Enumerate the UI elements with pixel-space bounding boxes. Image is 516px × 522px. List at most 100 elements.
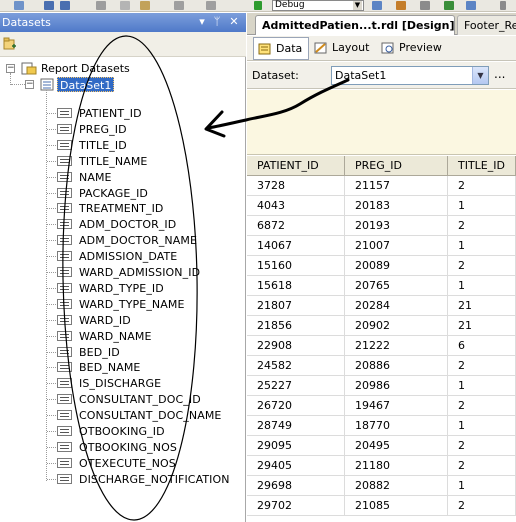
tree-field-item[interactable]: WARD_NAME [0,329,246,344]
table-row[interactable]: 15618 20765 1 [247,276,516,296]
tree-field-item[interactable]: IS_DISCHARGE [0,376,246,391]
tree-field-item[interactable]: PREG_ID [0,122,246,137]
table-row[interactable]: 29702 21085 2 [247,496,516,516]
table-row[interactable]: 21856 20902 21 [247,316,516,336]
column-header[interactable]: PREG_ID [345,156,448,176]
tree-field-item[interactable]: PACKAGE_ID [0,186,246,201]
tree-field-item[interactable]: WARD_TYPE_NAME [0,297,246,312]
chevron-down-icon: ▼ [472,67,488,84]
tree-field-item[interactable]: OTEXECUTE_NOS [0,456,246,471]
table-row[interactable]: 15160 20089 2 [247,256,516,276]
tree-field-item[interactable]: PATIENT_ID [0,106,246,121]
tree-field-item[interactable]: CONSULTANT_DOC_ID [0,392,246,407]
preview-icon [381,42,394,54]
tree-connector [47,272,56,273]
field-label: CONSULTANT_DOC_ID [79,393,201,406]
table-cell: 19467 [345,396,448,416]
tree-field-item[interactable]: BED_ID [0,345,246,360]
paste-icon[interactable] [140,1,150,10]
table-cell: 1 [448,476,516,496]
field-label: WARD_TYPE_ID [79,282,164,295]
copy-icon[interactable] [120,1,130,10]
tree-field-item[interactable]: ADMISSION_DATE [0,249,246,264]
tree-field-item[interactable]: CONSULTANT_DOC_NAME [0,408,246,423]
check-icon[interactable] [444,1,454,10]
table-cell: 6872 [247,216,345,236]
grid-header-row: PATIENT_ID PREG_ID TITLE_ID [247,156,516,176]
tree-connector [47,177,56,178]
redo-icon[interactable] [206,1,216,10]
toolbar-overflow-icon[interactable] [500,1,506,10]
edit-dataset-button[interactable]: ... [494,67,505,81]
table-row[interactable]: 25227 20986 1 [247,376,516,396]
tree-field-item[interactable]: WARD_ID [0,313,246,328]
field-icon [57,474,72,484]
window-position-icon[interactable]: ▾ [195,15,209,29]
tree-field-item[interactable]: WARD_ADMISSION_ID [0,265,246,280]
tree-node-report-datasets[interactable]: − Report Datasets [0,61,246,76]
field-icon [57,410,72,420]
table-row[interactable]: 24582 20886 2 [247,356,516,376]
table-cell: 20089 [345,256,448,276]
new-dataset-icon[interactable] [3,37,17,51]
save-icon[interactable] [44,1,54,10]
start-icon[interactable] [254,1,262,10]
tab-layout[interactable]: Layout [310,37,372,60]
cut-icon[interactable] [96,1,106,10]
tree-field-item[interactable]: WARD_TYPE_ID [0,281,246,296]
properties-icon[interactable] [396,1,406,10]
tree-connector [47,320,56,321]
table-row[interactable]: 29405 21180 2 [247,456,516,476]
tree-field-item[interactable]: TREATMENT_ID [0,201,246,216]
dataset-select[interactable]: DataSet1 ▼ [331,66,489,85]
table-cell: 22908 [247,336,345,356]
tree-field-item[interactable]: OTBOOKING_NOS [0,440,246,455]
find-icon[interactable] [372,1,382,10]
tree-field-item[interactable]: TITLE_NAME [0,154,246,169]
table-row[interactable]: 3728 21157 2 [247,176,516,196]
tree-field-item[interactable]: TITLE_ID [0,138,246,153]
tree-connector [47,145,56,146]
table-row[interactable]: 21807 20284 21 [247,296,516,316]
tree-field-item[interactable]: BED_NAME [0,360,246,375]
tools-icon[interactable] [420,1,430,10]
table-row[interactable]: 4043 20183 1 [247,196,516,216]
table-row[interactable]: 26720 19467 2 [247,396,516,416]
undo-icon[interactable] [174,1,184,10]
tab-data[interactable]: Data [253,37,309,60]
collapse-icon[interactable]: − [25,80,34,89]
table-row[interactable]: 29698 20882 1 [247,476,516,496]
collapse-icon[interactable]: − [6,64,15,73]
table-row[interactable]: 6872 20193 2 [247,216,516,236]
tab-report-design[interactable]: AdmittedPatien...t.rdl [Design]* [255,15,455,35]
tree-field-item[interactable]: DISCHARGE_NOTIFICATION [0,472,246,487]
table-cell: 2 [448,436,516,456]
table-cell: 28749 [247,416,345,436]
column-header[interactable]: TITLE_ID [448,156,516,176]
table-row[interactable]: 28749 18770 1 [247,416,516,436]
tree-field-item[interactable]: ADM_DOCTOR_NAME [0,233,246,248]
column-header[interactable]: PATIENT_ID [247,156,345,176]
table-cell: 20765 [345,276,448,296]
field-icon [57,108,72,118]
solution-configuration-select[interactable]: Debug ▼ [272,0,364,11]
tree-node-dataset[interactable]: − DataSet1 [0,77,246,92]
close-icon[interactable]: ✕ [227,15,241,29]
auto-hide-pin-icon[interactable]: ᛘ [210,15,224,29]
window-icon[interactable] [466,1,476,10]
tab-preview[interactable]: Preview [377,37,445,60]
table-row[interactable]: 14067 21007 1 [247,236,516,256]
new-item-icon[interactable] [14,1,24,10]
tree-field-item[interactable]: NAME [0,170,246,185]
table-cell: 20986 [345,376,448,396]
table-cell: 29702 [247,496,345,516]
save-all-icon[interactable] [60,1,70,10]
tree-field-item[interactable]: ADM_DOCTOR_ID [0,217,246,232]
tab-footer-report[interactable]: Footer_Re [457,15,516,35]
table-row[interactable]: 22908 21222 6 [247,336,516,356]
tree-field-item[interactable]: OTBOOKING_ID [0,424,246,439]
field-label: IS_DISCHARGE [79,377,162,390]
table-row[interactable]: 29095 20495 2 [247,436,516,456]
tree-connector [47,463,56,464]
query-pane[interactable] [247,90,516,155]
